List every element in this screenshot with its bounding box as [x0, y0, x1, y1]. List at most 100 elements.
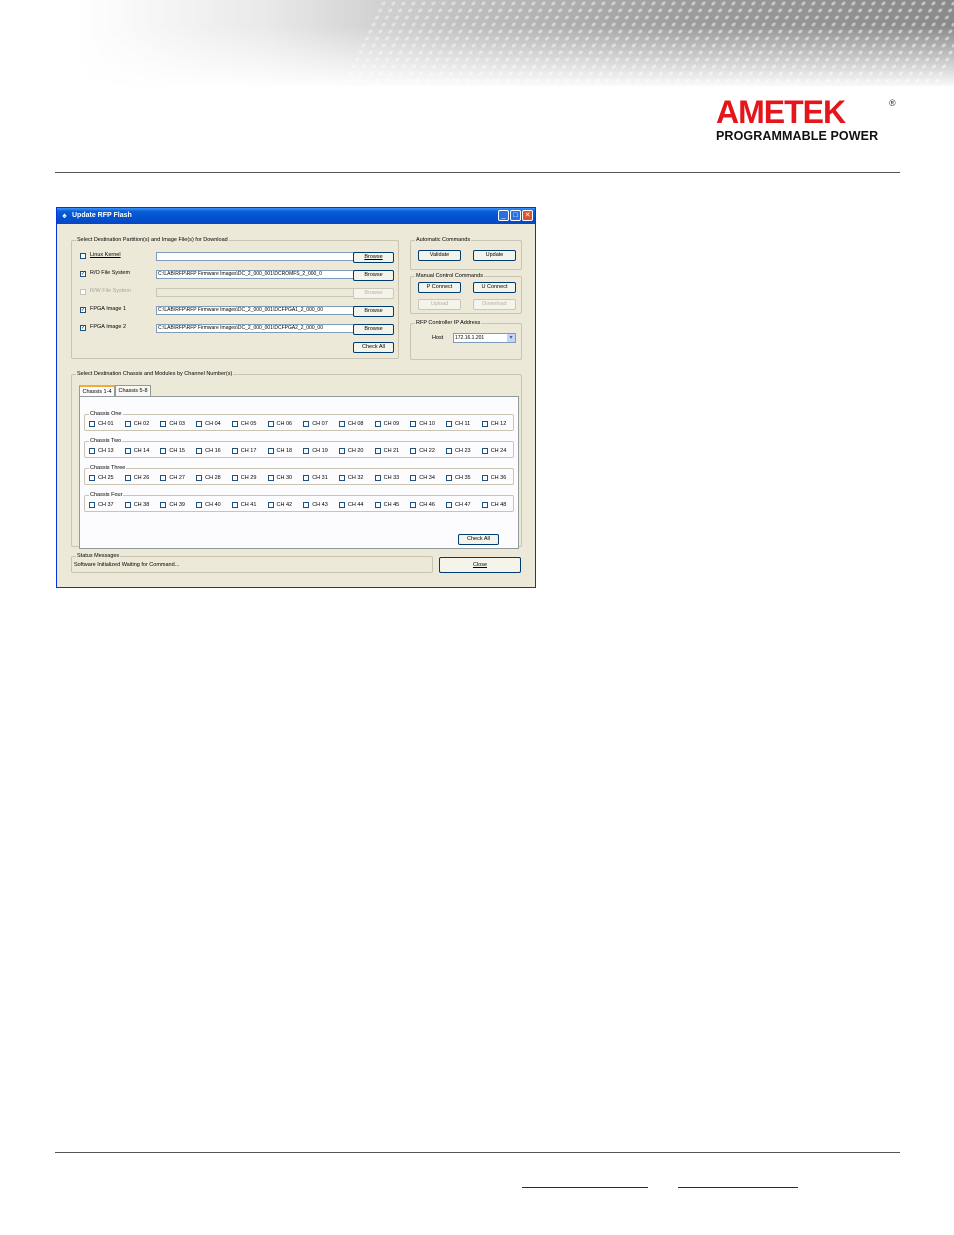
channel-checkbox[interactable]	[303, 421, 310, 427]
channel-checkbox[interactable]	[303, 475, 310, 481]
channel-checkbox[interactable]	[303, 448, 310, 454]
u-connect-button[interactable]: U Connect	[473, 282, 516, 293]
channel-checkbox[interactable]	[267, 502, 274, 508]
upload-button[interactable]: Upload	[418, 299, 461, 310]
channel-label: CH 24	[490, 447, 507, 454]
status-messages-group: Status Messages Software Initialized Wai…	[71, 553, 433, 573]
channel-checkbox[interactable]	[481, 421, 488, 427]
channel-checkbox[interactable]	[338, 475, 345, 481]
footer-link-2[interactable]	[678, 1187, 798, 1188]
channel-checkbox[interactable]	[160, 448, 167, 454]
chevron-down-icon[interactable]: ▾	[507, 334, 515, 342]
partitions-group-label: Select Destination Partition(s) and Imag…	[76, 237, 229, 244]
channel-label: CH 08	[347, 420, 364, 427]
footer-link-1[interactable]	[522, 1187, 648, 1188]
channel-checkbox[interactable]	[374, 421, 381, 427]
window-titlebar[interactable]: ♠ Update RFP Flash _ □ ✕	[57, 208, 535, 224]
channel-checkbox[interactable]	[124, 475, 131, 481]
linux-kernel-path-field[interactable]	[156, 252, 358, 261]
fpga-image1-path-field[interactable]: C:\LAB\RFP\RFP Firmware Images\DC_2_000_…	[156, 306, 358, 315]
linux-kernel-browse-button[interactable]: Browse	[353, 252, 394, 263]
channel-label: CH 30	[276, 474, 293, 481]
channel-checkbox[interactable]	[160, 475, 167, 481]
channel-checkbox[interactable]	[446, 421, 452, 427]
chassis-check-all-button[interactable]: Check All	[458, 534, 499, 545]
host-value: 172.16.1.201	[455, 334, 485, 341]
fpga-image1-checkbox[interactable]: ✓	[80, 307, 86, 313]
channel-checkbox[interactable]	[338, 421, 345, 427]
partitions-check-all-button[interactable]: Check All	[353, 342, 394, 353]
channel-checkbox[interactable]	[89, 475, 95, 481]
channel-checkbox[interactable]	[410, 475, 417, 481]
channel-checkbox[interactable]	[481, 502, 488, 508]
channel-checkbox[interactable]	[267, 421, 274, 427]
header-banner	[0, 0, 954, 86]
maximize-icon[interactable]: □	[510, 210, 521, 221]
channel-label: CH 39	[169, 501, 185, 508]
rw-filesystem-browse-button[interactable]: Browse	[353, 288, 394, 299]
channel-checkbox[interactable]	[303, 502, 310, 508]
fpga-image1-label: FPGA Image 1	[90, 306, 127, 312]
channel-checkbox[interactable]	[124, 421, 131, 427]
tab-chassis-5-8[interactable]: Chassis 5-8	[115, 385, 151, 396]
channel-checkbox[interactable]	[374, 502, 381, 508]
chassis-selection-group: Select Destination Chassis and Modules b…	[71, 371, 522, 549]
channel-checkbox[interactable]	[160, 421, 167, 427]
channel-checkbox[interactable]	[196, 502, 203, 508]
fpga-image2-path-field[interactable]: C:\LAB\RFP\RFP Firmware Images\DC_2_000_…	[156, 324, 358, 333]
channel-checkbox[interactable]	[231, 421, 238, 427]
rw-filesystem-path-field[interactable]	[156, 288, 358, 297]
channel-label: CH 46	[419, 501, 435, 508]
channel-checkbox[interactable]	[231, 448, 238, 454]
rw-filesystem-checkbox[interactable]	[80, 289, 86, 295]
p-connect-button[interactable]: P Connect	[418, 282, 461, 293]
channel-checkbox[interactable]	[196, 475, 203, 481]
channel-checkbox[interactable]	[267, 475, 274, 481]
channel-checkbox[interactable]	[160, 502, 167, 508]
channel-checkbox[interactable]	[446, 475, 452, 481]
fpga-image1-browse-button[interactable]: Browse	[353, 306, 394, 317]
host-select[interactable]: 172.16.1.201 ▾	[453, 333, 516, 343]
channel-label: CH 26	[133, 474, 150, 481]
channel-label: CH 02	[133, 420, 150, 427]
channel-checkbox[interactable]	[338, 448, 345, 454]
download-button[interactable]: Download	[473, 299, 516, 310]
channel-checkbox[interactable]	[410, 448, 417, 454]
update-button[interactable]: Update	[473, 250, 516, 261]
channel-checkbox[interactable]	[374, 448, 381, 454]
channel-checkbox[interactable]	[446, 448, 452, 454]
channel-checkbox[interactable]	[446, 502, 452, 508]
channel-checkbox[interactable]	[89, 448, 95, 454]
channel-checkbox[interactable]	[267, 448, 274, 454]
channel-checkbox[interactable]	[124, 448, 131, 454]
close-icon[interactable]: ✕	[522, 210, 533, 221]
ro-filesystem-path-field[interactable]: C:\LAB\RFP\RFP Firmware Images\DC_2_000_…	[156, 270, 358, 279]
ro-filesystem-browse-button[interactable]: Browse	[353, 270, 394, 281]
channel-checkbox[interactable]	[196, 448, 203, 454]
channel-checkbox[interactable]	[231, 475, 238, 481]
fpga-image2-checkbox[interactable]: ✓	[80, 325, 86, 331]
validate-button[interactable]: Validate	[418, 250, 461, 261]
manual-commands-group: Manual Control Commands P Connect U Conn…	[410, 273, 522, 314]
channel-checkbox[interactable]	[481, 448, 488, 454]
ametek-logo: AMETEK ® PROGRAMMABLE POWER	[716, 96, 906, 143]
ro-filesystem-checkbox[interactable]: ✓	[80, 271, 86, 277]
channel-label: CH 03	[169, 420, 185, 427]
update-rfp-flash-window: ♠ Update RFP Flash _ □ ✕ Select Destinat…	[56, 207, 536, 588]
close-button[interactable]: Close	[439, 557, 521, 573]
channel-checkbox[interactable]	[481, 475, 488, 481]
status-messages-label: Status Messages	[76, 553, 121, 560]
channel-checkbox[interactable]	[410, 421, 417, 427]
minimize-icon[interactable]: _	[498, 210, 509, 221]
channel-checkbox[interactable]	[89, 421, 95, 427]
channel-checkbox[interactable]	[124, 502, 131, 508]
channel-checkbox[interactable]	[374, 475, 381, 481]
channel-checkbox[interactable]	[410, 502, 417, 508]
fpga-image2-browse-button[interactable]: Browse	[353, 324, 394, 335]
linux-kernel-checkbox[interactable]	[80, 253, 86, 259]
channel-checkbox[interactable]	[89, 502, 95, 508]
channel-label: CH 14	[133, 447, 150, 454]
channel-checkbox[interactable]	[338, 502, 345, 508]
channel-checkbox[interactable]	[231, 502, 238, 508]
channel-checkbox[interactable]	[196, 421, 203, 427]
